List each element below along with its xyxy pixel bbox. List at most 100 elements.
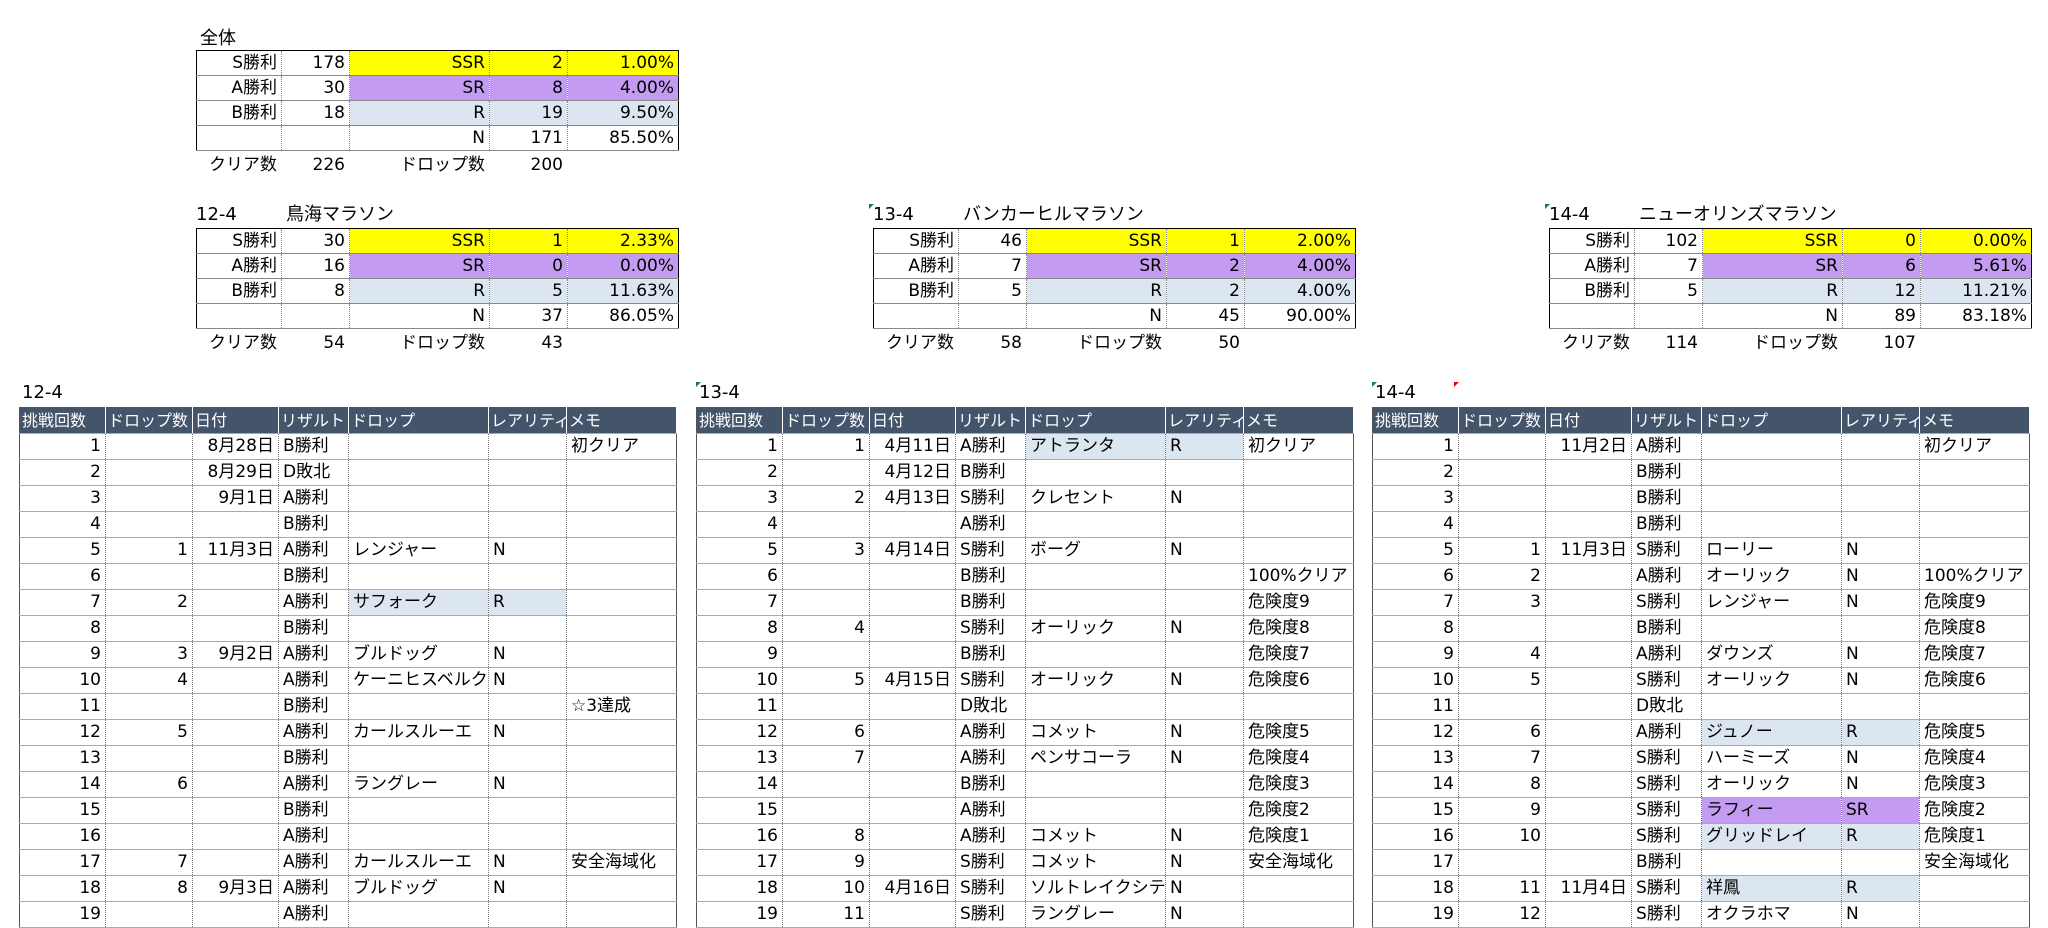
date-cell[interactable]: [192, 693, 279, 720]
date-cell[interactable]: [1545, 511, 1632, 538]
result-cell[interactable]: B勝利: [1631, 485, 1702, 512]
date-cell[interactable]: [869, 511, 956, 538]
drop-count-cell[interactable]: 1: [105, 537, 193, 564]
attempt-cell[interactable]: 15: [19, 797, 106, 824]
date-cell[interactable]: [869, 615, 956, 642]
drop-count-cell[interactable]: [1458, 433, 1546, 460]
result-cell[interactable]: A勝利: [1631, 563, 1702, 590]
result-cell[interactable]: S勝利: [955, 849, 1026, 876]
memo-cell[interactable]: [1243, 875, 1354, 902]
rarity-cell[interactable]: N: [488, 537, 567, 564]
attempt-cell[interactable]: 17: [696, 849, 783, 876]
memo-cell[interactable]: [566, 719, 677, 746]
drop-cell[interactable]: [348, 797, 489, 824]
memo-cell[interactable]: 危険度8: [1243, 615, 1354, 642]
rarity-cell[interactable]: [1165, 589, 1244, 616]
column-header[interactable]: リザルト: [1631, 407, 1702, 434]
percent-cell[interactable]: 4.00%: [1244, 278, 1356, 304]
rarity-cell[interactable]: R: [1841, 823, 1920, 850]
memo-cell[interactable]: 初クリア: [566, 433, 677, 460]
drop-cell[interactable]: ラングレー: [1025, 901, 1166, 928]
attempt-cell[interactable]: 3: [696, 485, 783, 512]
drop-count-cell[interactable]: 5: [105, 719, 193, 746]
drop-cell[interactable]: コメット: [1025, 849, 1166, 876]
attempt-cell[interactable]: 18: [1372, 875, 1459, 902]
date-cell[interactable]: [1545, 693, 1632, 720]
result-cell[interactable]: B勝利: [278, 797, 349, 824]
memo-cell[interactable]: [566, 823, 677, 850]
result-cell[interactable]: S勝利: [955, 875, 1026, 902]
memo-cell[interactable]: [1243, 693, 1354, 720]
drop-cell[interactable]: レンジャー: [348, 537, 489, 564]
rarity-cell[interactable]: [488, 615, 567, 642]
result-cell[interactable]: A勝利: [955, 511, 1026, 538]
date-cell[interactable]: [869, 719, 956, 746]
drop-count-cell[interactable]: 3: [1458, 589, 1546, 616]
rarity-cell[interactable]: [488, 563, 567, 590]
rarity-cell[interactable]: [488, 745, 567, 772]
date-cell[interactable]: 4月12日: [869, 459, 956, 486]
rarity-cell[interactable]: N: [1841, 901, 1920, 928]
rarity-cell[interactable]: N: [488, 641, 567, 668]
date-cell[interactable]: [869, 563, 956, 590]
date-cell[interactable]: 4月11日: [869, 433, 956, 460]
result-cell[interactable]: B勝利: [955, 771, 1026, 798]
memo-cell[interactable]: [566, 667, 677, 694]
memo-cell[interactable]: 危険度5: [1919, 719, 2030, 746]
result-cell[interactable]: B勝利: [1631, 511, 1702, 538]
rarity-cell[interactable]: N: [1165, 667, 1244, 694]
result-cell[interactable]: A勝利: [278, 537, 349, 564]
attempt-cell[interactable]: 1: [696, 433, 783, 460]
rarity-cell[interactable]: [1841, 459, 1920, 486]
date-cell[interactable]: [192, 667, 279, 694]
count-cell[interactable]: 1: [1166, 228, 1245, 254]
date-cell[interactable]: [1545, 719, 1632, 746]
result-cell[interactable]: S勝利: [955, 615, 1026, 642]
attempt-cell[interactable]: 8: [696, 615, 783, 642]
attempt-cell[interactable]: 5: [696, 537, 783, 564]
drop-cell[interactable]: [1701, 433, 1842, 460]
count-cell[interactable]: 6: [1842, 253, 1921, 279]
drop-cell[interactable]: [1025, 641, 1166, 668]
rarity-cell[interactable]: [1841, 433, 1920, 460]
memo-cell[interactable]: 100%クリア: [1243, 563, 1354, 590]
clear-count[interactable]: 58: [958, 331, 1026, 355]
drop-count-cell[interactable]: [782, 641, 870, 668]
result-cell[interactable]: B勝利: [955, 641, 1026, 668]
drop-count-cell[interactable]: 8: [782, 823, 870, 850]
rarity-cell[interactable]: SSR: [1026, 228, 1167, 254]
result-cell[interactable]: B勝利: [955, 589, 1026, 616]
rarity-cell[interactable]: [1165, 797, 1244, 824]
memo-cell[interactable]: 安全海域化: [1919, 849, 2030, 876]
attempt-cell[interactable]: 7: [696, 589, 783, 616]
date-cell[interactable]: 11月4日: [1545, 875, 1632, 902]
count-cell[interactable]: 37: [489, 303, 568, 329]
drop-count-cell[interactable]: 5: [1458, 667, 1546, 694]
rarity-cell[interactable]: [488, 901, 567, 928]
drop-count-cell[interactable]: [105, 511, 193, 538]
memo-cell[interactable]: 危険度2: [1243, 797, 1354, 824]
rarity-cell[interactable]: SSR: [349, 50, 490, 76]
memo-cell[interactable]: 危険度7: [1243, 641, 1354, 668]
win-cell[interactable]: [196, 125, 282, 151]
drop-count-cell[interactable]: [1458, 615, 1546, 642]
drop-count-cell[interactable]: 7: [782, 745, 870, 772]
count-cell[interactable]: 5: [489, 278, 568, 304]
drop-count-cell[interactable]: 6: [1458, 719, 1546, 746]
date-cell[interactable]: [192, 615, 279, 642]
drop-cell[interactable]: クレセント: [1025, 485, 1166, 512]
column-header[interactable]: レアリティ: [488, 407, 567, 434]
rarity-cell[interactable]: N: [1841, 771, 1920, 798]
win-count-cell[interactable]: 8: [281, 278, 350, 304]
drop-count-cell[interactable]: 12: [1458, 901, 1546, 928]
attempt-cell[interactable]: 19: [1372, 901, 1459, 928]
memo-cell[interactable]: [1919, 511, 2030, 538]
memo-cell[interactable]: 危険度1: [1243, 823, 1354, 850]
drop-cell[interactable]: オーリック: [1701, 563, 1842, 590]
drop-cell[interactable]: [1701, 485, 1842, 512]
drop-count-cell[interactable]: [105, 823, 193, 850]
result-cell[interactable]: S勝利: [1631, 589, 1702, 616]
win-count-cell[interactable]: 7: [1634, 253, 1703, 279]
memo-cell[interactable]: [566, 511, 677, 538]
win-count-cell[interactable]: 5: [958, 278, 1027, 304]
